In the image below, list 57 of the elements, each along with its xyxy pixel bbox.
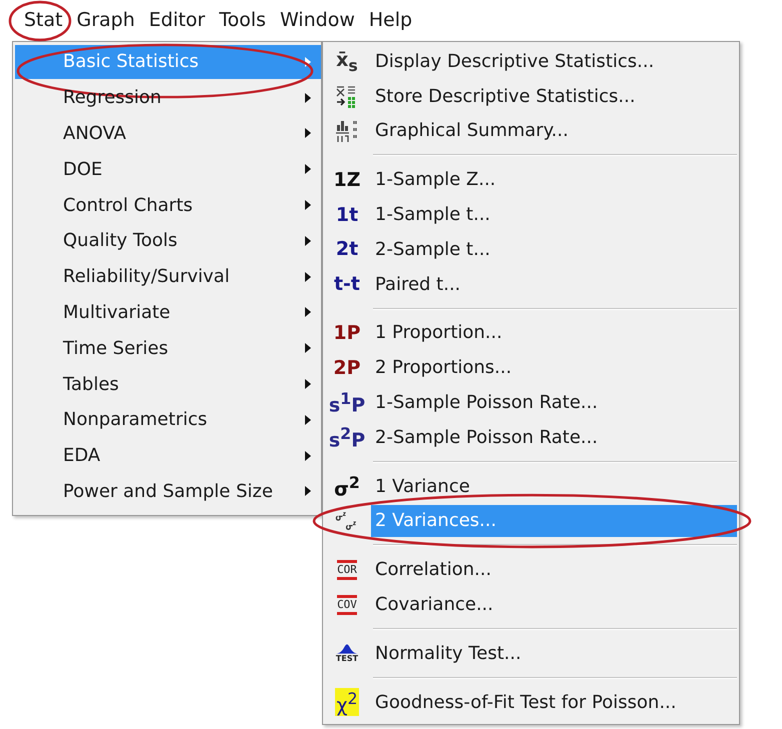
menu-icon: 1P bbox=[333, 322, 361, 344]
menu-item[interactable]: 1-Sample Poisson Rate... bbox=[371, 386, 737, 419]
menu-item[interactable]: Paired t... bbox=[371, 268, 737, 300]
menu-item[interactable]: Normality Test... bbox=[371, 637, 737, 670]
menu-item[interactable]: Power and Sample Size bbox=[15, 474, 321, 508]
menu-icon: t-t bbox=[334, 273, 360, 296]
menu-item[interactable]: 2 Proportions... bbox=[371, 352, 737, 384]
menu-icon: s$^{2}$P bbox=[328, 424, 366, 452]
submenu-arrow-icon bbox=[305, 450, 311, 461]
menu-item[interactable]: Quality Tools bbox=[15, 224, 321, 258]
menu-item[interactable]: Store Descriptive Statistics... bbox=[371, 80, 737, 112]
menu-title[interactable]: Help bbox=[364, 6, 416, 34]
submenu-arrow-icon bbox=[305, 164, 311, 174]
menu-item[interactable]: Correlation... bbox=[371, 554, 737, 586]
submenu-arrow-icon bbox=[305, 200, 311, 210]
menu-icon: 1Z bbox=[334, 168, 360, 191]
menu-item[interactable]: Goodness-of-Fit Test for Poisson... bbox=[371, 686, 737, 718]
menu-item[interactable]: 2-Sample t... bbox=[371, 233, 737, 266]
submenu-arrow-icon bbox=[305, 56, 311, 67]
menu-title[interactable]: Tools bbox=[215, 6, 270, 34]
submenu-arrow-icon bbox=[305, 272, 311, 282]
menu-item[interactable]: EDA bbox=[15, 438, 321, 473]
menu-item[interactable]: Nonparametrics bbox=[15, 402, 321, 437]
submenu-arrow-icon bbox=[305, 343, 311, 354]
menu-title[interactable]: Editor bbox=[144, 6, 210, 34]
menu-icon: 1t bbox=[336, 204, 358, 226]
menu-item[interactable]: Control Charts bbox=[15, 188, 321, 222]
menu-item[interactable]: Multivariate bbox=[15, 295, 321, 330]
menu-item[interactable]: Covariance... bbox=[371, 588, 737, 621]
menu-icon: s$^{1}$P bbox=[328, 388, 366, 416]
menu-item[interactable]: Graphical Summary... bbox=[371, 114, 737, 147]
menu-item[interactable]: ANOVA bbox=[15, 116, 321, 150]
menu-title[interactable]: Graph bbox=[72, 6, 139, 34]
menu-item[interactable]: 1-Sample Z... bbox=[371, 164, 737, 196]
menu-item[interactable]: Display Descriptive Statistics... bbox=[371, 45, 737, 78]
submenu-arrow-icon bbox=[305, 379, 311, 390]
menu-icon: σ$^{2}$ bbox=[334, 472, 360, 500]
menu-item[interactable]: DOE bbox=[15, 152, 321, 186]
submenu-arrow-icon bbox=[305, 92, 311, 103]
submenu-arrow-icon bbox=[305, 486, 311, 496]
submenu-arrow-icon bbox=[305, 236, 311, 246]
menu-item[interactable]: 1-Sample t... bbox=[371, 198, 737, 231]
menu-item[interactable]: Time Series bbox=[15, 331, 321, 366]
menu-icon: 2t bbox=[336, 238, 358, 260]
chi-square-icon: χ$^{2}$ bbox=[335, 688, 359, 716]
menu-item[interactable]: Tables bbox=[15, 367, 321, 402]
menu-item[interactable]: Reliability/Survival bbox=[15, 260, 321, 294]
menu-title[interactable]: Window bbox=[276, 6, 359, 34]
menu-item[interactable]: 1 Proportion... bbox=[371, 316, 737, 349]
submenu-arrow-icon bbox=[305, 307, 311, 318]
menu-icon: 2P bbox=[333, 356, 361, 379]
menu-icon: x̄$_{s}$ bbox=[336, 48, 358, 74]
menu-item[interactable]: 2-Sample Poisson Rate... bbox=[371, 421, 737, 454]
submenu-arrow-icon bbox=[305, 128, 311, 138]
menu-item[interactable]: 1 Variance bbox=[371, 470, 737, 502]
summary-chart-icon bbox=[335, 118, 359, 143]
submenu-arrow-icon bbox=[305, 414, 311, 425]
